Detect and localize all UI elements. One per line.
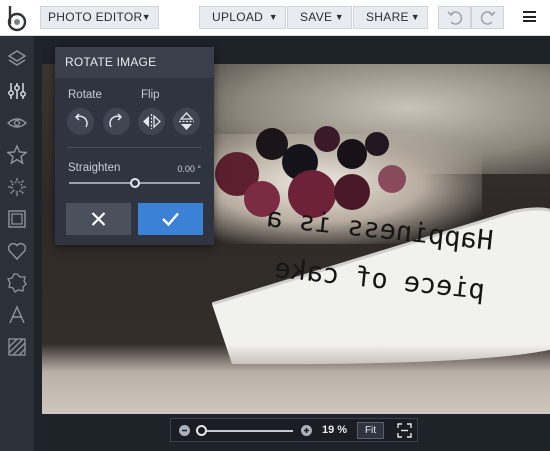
zoom-in-button[interactable] [301, 425, 312, 436]
plus-icon [304, 428, 309, 433]
flip-vertical-icon [179, 112, 194, 130]
frame-icon[interactable] [6, 208, 28, 230]
app-logo-icon[interactable] [4, 4, 30, 32]
checkmark-icon [162, 212, 179, 227]
minus-icon [182, 429, 187, 432]
save-button-label: SAVE [300, 10, 333, 24]
zoom-slider-track[interactable] [201, 430, 293, 432]
rotate-image-panel: ROTATE IMAGE Rotate Flip Straighten 0.00… [55, 47, 214, 245]
texture-icon[interactable] [6, 336, 28, 358]
panel-title: ROTATE IMAGE [55, 47, 214, 78]
photo-editor-menu-label: PHOTO EDITOR [48, 10, 143, 24]
straighten-value: 0.00 ° [177, 164, 201, 174]
layers-icon[interactable] [6, 48, 28, 70]
fit-button[interactable]: Fit [357, 422, 384, 439]
hamburger-menu-icon[interactable] [523, 11, 536, 22]
eye-icon[interactable] [6, 112, 28, 134]
chevron-down-icon: ▼ [141, 12, 151, 22]
rotate-left-button[interactable] [67, 108, 94, 135]
photo-plate [42, 344, 550, 414]
undo-button[interactable] [438, 6, 471, 29]
chevron-down-icon: ▼ [334, 12, 344, 22]
heart-icon[interactable] [6, 240, 28, 262]
zoom-slider-handle[interactable] [196, 425, 207, 436]
panel-divider [67, 147, 202, 148]
flip-horizontal-icon [143, 114, 161, 129]
close-icon [91, 212, 106, 226]
chevron-down-icon: ▼ [410, 12, 420, 22]
flip-label: Flip [141, 89, 160, 101]
adjust-sliders-icon[interactable] [6, 80, 28, 102]
sticker-icon[interactable] [6, 272, 28, 294]
upload-button[interactable]: UPLOAD ▼ [199, 6, 286, 29]
straighten-slider-handle[interactable] [129, 178, 140, 188]
zoom-bar: 19 % Fit [170, 418, 418, 442]
top-toolbar: PHOTO EDITOR ▼ UPLOAD ▼ SAVE ▼ SHARE ▼ [0, 0, 550, 36]
zoom-percentage: 19 % [322, 424, 348, 436]
sidebar-divider [34, 36, 42, 451]
share-button[interactable]: SHARE ▼ [353, 6, 428, 29]
rotate-right-button[interactable] [103, 108, 130, 135]
flip-vertical-button[interactable] [173, 108, 200, 135]
share-button-label: SHARE [366, 10, 409, 24]
cancel-button[interactable] [66, 203, 131, 235]
photo-editor-menu[interactable]: PHOTO EDITOR ▼ [40, 6, 159, 29]
flip-horizontal-button[interactable] [138, 108, 165, 135]
effects-icon[interactable] [6, 176, 28, 198]
apply-button[interactable] [138, 203, 203, 235]
text-icon[interactable] [6, 304, 28, 326]
redo-icon [480, 11, 496, 25]
rotate-left-icon [74, 113, 88, 128]
rotate-right-icon [109, 113, 123, 128]
save-button[interactable]: SAVE ▼ [287, 6, 352, 29]
tool-sidebar [0, 36, 34, 451]
rotate-label: Rotate [68, 89, 102, 101]
undo-icon [447, 11, 463, 25]
chevron-down-icon: ▼ [268, 12, 278, 22]
zoom-out-button[interactable] [179, 425, 190, 436]
redo-button[interactable] [471, 6, 504, 29]
straighten-label: Straighten [68, 162, 121, 174]
star-icon[interactable] [6, 144, 28, 166]
upload-button-label: UPLOAD [212, 10, 264, 24]
fullscreen-icon[interactable] [397, 423, 412, 438]
